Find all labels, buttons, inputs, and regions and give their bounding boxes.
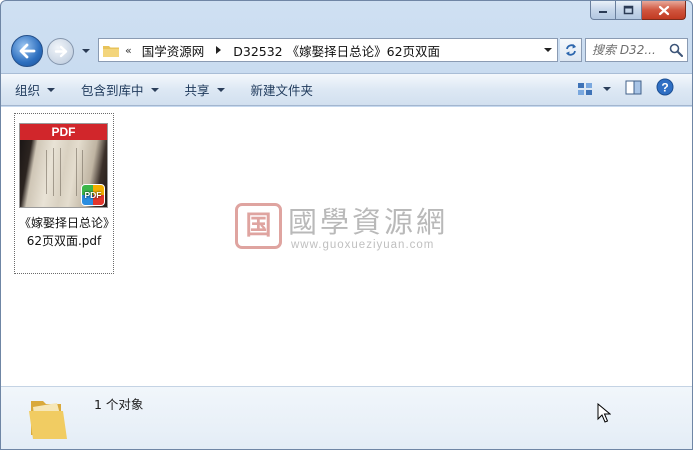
search-icon — [669, 43, 683, 57]
preview-pane-button[interactable] — [625, 80, 642, 98]
svg-text:?: ? — [661, 81, 668, 95]
folder-icon — [103, 45, 119, 57]
mouse-cursor-icon — [597, 403, 611, 423]
back-button[interactable] — [11, 35, 43, 67]
address-history-dropdown[interactable] — [539, 39, 557, 61]
chevron-down-icon — [82, 49, 90, 53]
address-bar[interactable]: « 国学资源网 D32532 《嫁娶择日总论》62页双面 — [98, 38, 558, 62]
preview-pane-icon — [625, 80, 642, 94]
folder-icon — [29, 401, 67, 439]
search-input[interactable] — [592, 43, 670, 57]
file-thumbnail: PDF PDF — [19, 123, 108, 208]
watermark-url: www.guoxueziyuan.com — [291, 239, 435, 251]
change-view-button[interactable] — [577, 82, 611, 96]
include-in-library-button[interactable]: 包含到库中 — [68, 78, 172, 102]
recent-pages-dropdown[interactable] — [80, 45, 92, 57]
thumbnail-pdf-header: PDF — [20, 124, 107, 140]
search-box[interactable] — [585, 38, 688, 62]
breadcrumb-overflow[interactable]: « — [125, 44, 132, 57]
explorer-window: « 国学资源网 D32532 《嫁娶择日总论》62页双面 组织 包含到库中 共享 — [0, 0, 693, 450]
organize-button[interactable]: 组织 — [15, 78, 68, 102]
forward-button[interactable] — [47, 38, 74, 65]
chevron-down-icon — [216, 87, 225, 92]
file-name: 《嫁娶择日总论》62页双面.pdf — [18, 216, 109, 248]
address-row: « 国学资源网 D32532 《嫁娶择日总论》62页双面 — [9, 32, 688, 68]
file-item[interactable]: PDF PDF 《嫁娶择日总论》62页双面.pdf — [14, 113, 114, 274]
command-bar: 组织 包含到库中 共享 新建文件夹 ? — [1, 73, 692, 106]
pdf-badge-icon: PDF — [81, 184, 105, 206]
arrow-right-icon — [54, 45, 67, 58]
item-count: 1 个对象 — [94, 397, 144, 412]
breadcrumb-arrow-icon[interactable] — [216, 46, 222, 54]
refresh-button[interactable] — [560, 38, 582, 62]
details-pane: 1 个对象 — [1, 386, 692, 449]
new-folder-label: 新建文件夹 — [250, 83, 314, 98]
breadcrumb-item-current[interactable]: D32532 《嫁娶择日总论》62页双面 — [233, 41, 440, 60]
arrow-left-icon — [19, 43, 36, 59]
help-button[interactable]: ? — [656, 78, 674, 99]
share-button[interactable]: 共享 — [172, 78, 238, 102]
share-label: 共享 — [184, 83, 210, 98]
watermark-title: 國學資源網 — [288, 205, 449, 239]
toolbar-right: ? — [577, 78, 674, 99]
new-folder-button[interactable]: 新建文件夹 — [238, 78, 327, 102]
chevron-down-icon — [47, 87, 56, 92]
chevron-down-icon — [544, 47, 552, 52]
view-options-icon — [578, 82, 592, 95]
maximize-icon — [623, 5, 634, 15]
file-list-area[interactable]: PDF PDF 《嫁娶择日总论》62页双面.pdf 国 國學資源網 www.gu… — [1, 107, 692, 386]
refresh-icon — [565, 44, 576, 56]
minimize-icon — [599, 11, 607, 13]
minimize-button[interactable] — [590, 1, 616, 20]
close-button[interactable] — [642, 1, 686, 20]
include-in-library-label: 包含到库中 — [81, 83, 144, 98]
breadcrumb-item-root[interactable]: 国学资源网 — [142, 41, 205, 60]
watermark-seal: 国 — [235, 203, 282, 249]
caption-buttons — [590, 1, 686, 21]
help-icon: ? — [656, 78, 674, 96]
watermark: 国 國學資源網 www.guoxueziyuan.com — [235, 199, 465, 259]
chevron-down-icon[interactable] — [603, 86, 611, 91]
organize-label: 组织 — [15, 83, 41, 98]
close-icon — [658, 5, 669, 15]
chevron-down-icon — [150, 87, 159, 92]
maximize-button[interactable] — [616, 1, 642, 20]
